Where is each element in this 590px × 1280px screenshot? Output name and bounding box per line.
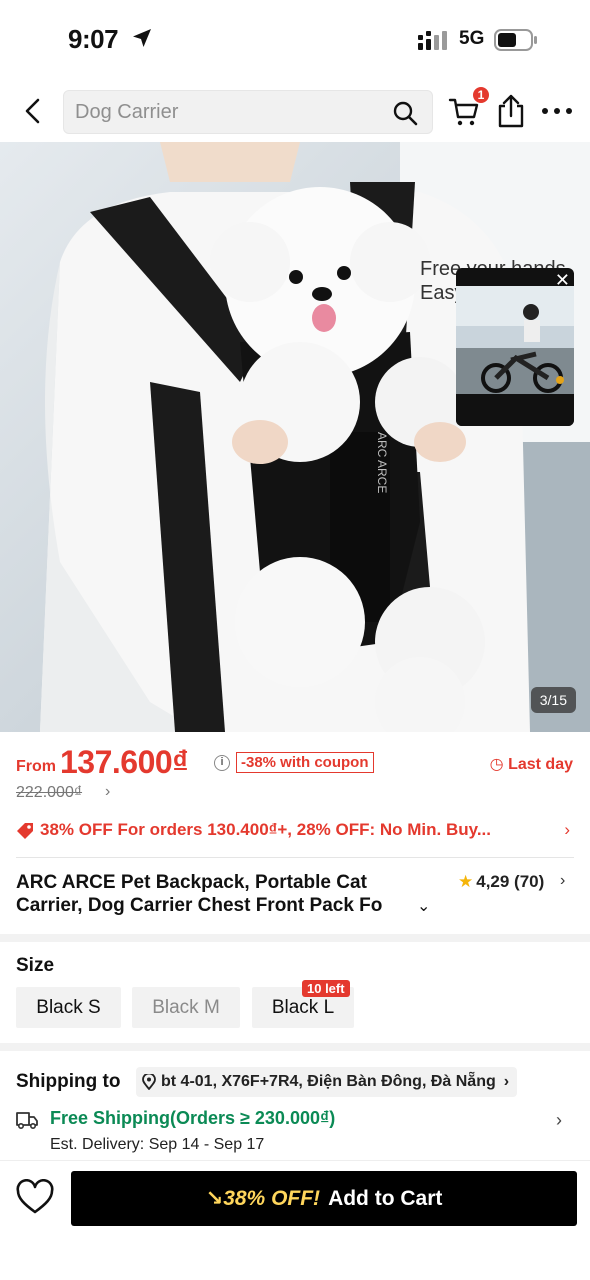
section-divider: [0, 934, 590, 942]
search-icon[interactable]: [392, 100, 418, 126]
last-day-label[interactable]: ◷ Last day: [490, 754, 573, 774]
price-from-label: From: [16, 758, 56, 775]
estimated-delivery: Est. Delivery: Sep 14 - Sep 17: [50, 1136, 265, 1153]
price-value: 137.600₫: [60, 744, 189, 780]
coupon-tag-icon: [17, 823, 33, 839]
battery-icon: [494, 29, 537, 51]
product-page: 9:07 5G Dog Carrier 1 ARC ARCE Free Easy…: [0, 0, 590, 1280]
price-row: From 137.600₫ i -38% with coupon ◷ Last …: [16, 744, 576, 780]
chevron-down-icon[interactable]: ⌄: [417, 896, 430, 916]
bottom-action-bar: ↘38% OFF! Add to Cart: [0, 1160, 590, 1280]
shipping-label: Shipping to: [16, 1071, 121, 1092]
section-divider: [0, 1043, 590, 1051]
star-icon: ★: [458, 872, 474, 891]
bag-brand-label: ARC ARCE: [375, 432, 389, 493]
product-title-line1: ARC ARCE Pet Backpack, Portable Cat: [16, 872, 367, 893]
back-button[interactable]: [16, 92, 50, 130]
signal-icon: [418, 31, 447, 50]
chevron-right-icon: ›: [564, 820, 570, 839]
truck-icon: [16, 1112, 38, 1130]
status-time: 9:07: [68, 24, 119, 54]
free-shipping[interactable]: Free Shipping(Orders ≥ 230.000₫): [50, 1108, 335, 1129]
chevron-right-icon[interactable]: ›: [560, 872, 565, 890]
cta-discount: ↘38% OFF!: [206, 1186, 320, 1211]
size-label: Size: [16, 955, 55, 976]
share-icon[interactable]: [496, 94, 526, 128]
rating-value: 4,29 (70): [476, 872, 545, 891]
rating[interactable]: ★ 4,29 (70): [458, 872, 544, 892]
last-day-text: Last day: [508, 756, 573, 773]
shipping-address[interactable]: bt 4-01, X76F+7R4, Điện Bàn Đông, Đà Nẵn…: [136, 1067, 518, 1097]
promo-text: 38% OFF For orders 130.400₫+, 28% OFF: N…: [40, 820, 491, 839]
size-option-black-m[interactable]: Black M: [132, 987, 240, 1028]
close-icon[interactable]: ✕: [555, 270, 570, 290]
shipping-address-text: bt 4-01, X76F+7R4, Điện Bàn Đông, Đà Nẵn…: [161, 1073, 496, 1090]
chevron-right-icon[interactable]: ›: [105, 783, 110, 801]
video-frame: [456, 286, 574, 426]
heart-icon[interactable]: [16, 1179, 54, 1217]
add-to-cart-label: Add to Cart: [328, 1186, 443, 1210]
chevron-right-icon[interactable]: ›: [556, 1110, 562, 1131]
info-icon[interactable]: i: [214, 755, 230, 771]
clock-icon: ◷: [489, 756, 509, 773]
pin-icon: [142, 1074, 156, 1090]
video-preview[interactable]: ✕: [456, 268, 574, 426]
location-arrow-icon: [133, 29, 151, 47]
more-icon[interactable]: [540, 102, 574, 120]
add-to-cart-button[interactable]: ↘38% OFF! Add to Cart: [71, 1171, 577, 1226]
divider: [16, 857, 574, 858]
coupon-tag[interactable]: -38% with coupon: [236, 752, 374, 773]
network-type: 5G: [459, 28, 485, 49]
top-nav: Dog Carrier 1: [0, 82, 590, 140]
search-placeholder: Dog Carrier: [75, 101, 179, 123]
product-image[interactable]: ARC ARCE Free your hands Easy ✕ 3/15: [0, 142, 590, 732]
image-counter: 3/15: [530, 687, 576, 713]
promo-row[interactable]: 38% OFF For orders 130.400₫+, 28% OFF: N…: [16, 818, 576, 846]
search-input[interactable]: Dog Carrier: [63, 90, 433, 134]
cta-discount-text: 38% OFF!: [223, 1187, 321, 1210]
product-title[interactable]: ARC ARCE Pet Backpack, Portable Cat Carr…: [16, 871, 426, 923]
cart-badge: 1: [472, 86, 490, 104]
product-photo: ARC ARCE: [0, 142, 590, 732]
size-option-black-s[interactable]: Black S: [16, 987, 121, 1028]
original-price: 222.000₫: [16, 784, 83, 801]
back-icon: [25, 98, 40, 124]
chevron-right-icon: ›: [503, 1073, 510, 1090]
product-title-line2: Carrier, Dog Carrier Chest Front Pack Fo: [16, 895, 383, 916]
stock-badge: 10 left: [302, 980, 350, 997]
status-bar: 9:07 5G: [0, 0, 590, 80]
trend-down-icon: ↘: [205, 1187, 224, 1210]
